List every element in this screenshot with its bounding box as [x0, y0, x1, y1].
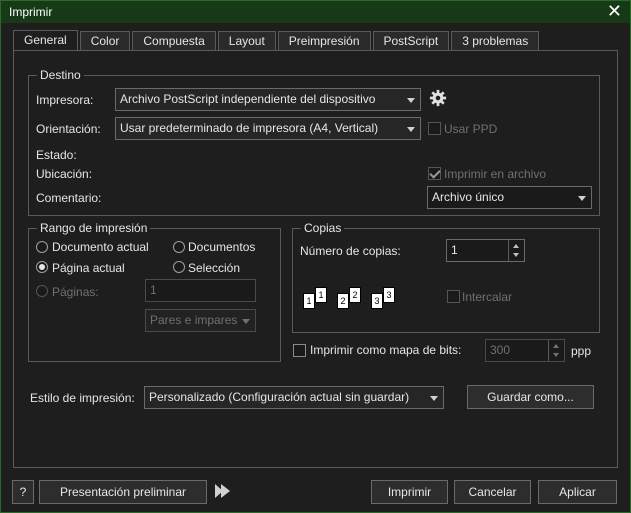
bitmap-stepper[interactable]: 300: [485, 339, 565, 362]
tab-compuesta[interactable]: Compuesta: [132, 31, 216, 50]
apply-button[interactable]: Aplicar: [538, 480, 617, 504]
chevron-up-icon[interactable]: [553, 344, 559, 348]
paginas-input[interactable]: 1: [145, 279, 256, 302]
chevron-up-icon[interactable]: [513, 244, 519, 248]
tab-problemas[interactable]: 3 problemas: [451, 31, 540, 50]
page-icon: 2: [337, 293, 349, 309]
paginas-radio[interactable]: [36, 285, 48, 297]
rango-legend: Rango de impresión: [37, 221, 151, 235]
estilo-select[interactable]: Personalizado (Configuración actual sin …: [144, 386, 444, 409]
spin-buttons[interactable]: [508, 240, 524, 261]
bitmap-value: 300: [490, 343, 511, 357]
pagina-actual-radio[interactable]: [36, 261, 48, 273]
paginas-label: Páginas:: [52, 285, 99, 299]
tab-bar: General Color Compuesta Layout Preimpres…: [13, 30, 541, 51]
paginas-value: 1: [150, 283, 157, 297]
destino-legend: Destino: [37, 68, 84, 82]
imprimir-archivo-checkbox[interactable]: [428, 167, 441, 180]
bitmap-checkbox[interactable]: [293, 344, 306, 357]
numero-copias-value: 1: [451, 243, 458, 257]
gear-icon[interactable]: [429, 89, 447, 107]
close-icon[interactable]: ✕: [607, 1, 622, 21]
orientacion-select[interactable]: Usar predeterminado de impresora (A4, Ve…: [115, 117, 421, 140]
print-dialog: Imprimir ✕ General Color Compuesta Layou…: [0, 0, 631, 513]
preview-button[interactable]: Presentación preliminar: [39, 480, 207, 504]
bitmap-unit: ppp: [571, 344, 592, 358]
chevron-down-icon: [407, 98, 415, 103]
numero-copias-stepper[interactable]: 1: [446, 239, 525, 262]
impresora-select[interactable]: Archivo PostScript independiente del dis…: [115, 88, 421, 111]
title-bar: Imprimir ✕: [1, 1, 630, 23]
orientacion-value: Usar predeterminado de impresora (A4, Ve…: [120, 121, 379, 135]
usar-ppd-checkbox[interactable]: [428, 122, 441, 135]
chevron-down-icon: [578, 196, 586, 201]
page-icon: 1: [303, 293, 315, 309]
usar-ppd-label: Usar PPD: [444, 122, 498, 136]
chevron-down-icon[interactable]: [513, 253, 519, 257]
estado-label: Estado:: [36, 148, 77, 162]
intercalar-checkbox[interactable]: [447, 290, 460, 303]
pares-select[interactable]: Pares e impares: [145, 309, 256, 332]
ubicacion-label: Ubicación:: [36, 167, 93, 181]
estilo-label: Estilo de impresión:: [30, 391, 135, 405]
estilo-value: Personalizado (Configuración actual sin …: [149, 390, 410, 404]
tab-general[interactable]: General: [13, 30, 78, 51]
documento-actual-radio[interactable]: [36, 241, 48, 253]
impresora-label: Impresora:: [36, 93, 94, 107]
chevron-down-icon: [242, 319, 250, 324]
bitmap-label: Imprimir como mapa de bits:: [310, 343, 462, 357]
help-button[interactable]: ?: [12, 480, 34, 504]
seleccion-label: Selección: [188, 261, 241, 275]
imprimir-archivo-label: Imprimir en archivo: [444, 167, 547, 181]
page-icon: 3: [371, 293, 383, 309]
guardar-como-button[interactable]: Guardar como...: [467, 385, 594, 409]
pagina-actual-label: Página actual: [52, 261, 125, 275]
copias-legend: Copias: [301, 221, 345, 235]
seleccion-radio[interactable]: [173, 261, 185, 273]
chevron-down-icon[interactable]: [553, 353, 559, 357]
documento-actual-label: Documento actual: [52, 240, 149, 254]
spin-buttons[interactable]: [548, 340, 564, 361]
tab-color[interactable]: Color: [79, 31, 131, 50]
pares-value: Pares e impares: [150, 313, 238, 327]
archivo-select[interactable]: Archivo único: [427, 186, 592, 209]
tab-preimpresion[interactable]: Preimpresión: [277, 31, 371, 50]
tab-postscript[interactable]: PostScript: [372, 31, 450, 50]
orientacion-label: Orientación:: [36, 122, 101, 136]
print-button[interactable]: Imprimir: [371, 480, 448, 504]
tab-layout[interactable]: Layout: [217, 31, 276, 50]
cancel-button[interactable]: Cancelar: [454, 480, 531, 504]
documentos-label: Documentos: [188, 240, 256, 254]
numero-copias-label: Número de copias:: [300, 244, 401, 258]
window-title: Imprimir: [9, 5, 53, 19]
page-icon: 3: [383, 287, 395, 303]
documentos-radio[interactable]: [173, 241, 185, 253]
archivo-value: Archivo único: [432, 190, 505, 204]
chevron-down-icon: [430, 396, 438, 401]
comentario-label: Comentario:: [36, 191, 102, 205]
intercalar-label: Intercalar: [462, 290, 513, 304]
impresora-value: Archivo PostScript independiente del dis…: [120, 92, 376, 106]
page-icon: 2: [349, 287, 361, 303]
chevron-down-icon: [407, 127, 415, 132]
page-icon: 1: [315, 287, 327, 303]
play-arrow-icon[interactable]: [214, 482, 232, 500]
